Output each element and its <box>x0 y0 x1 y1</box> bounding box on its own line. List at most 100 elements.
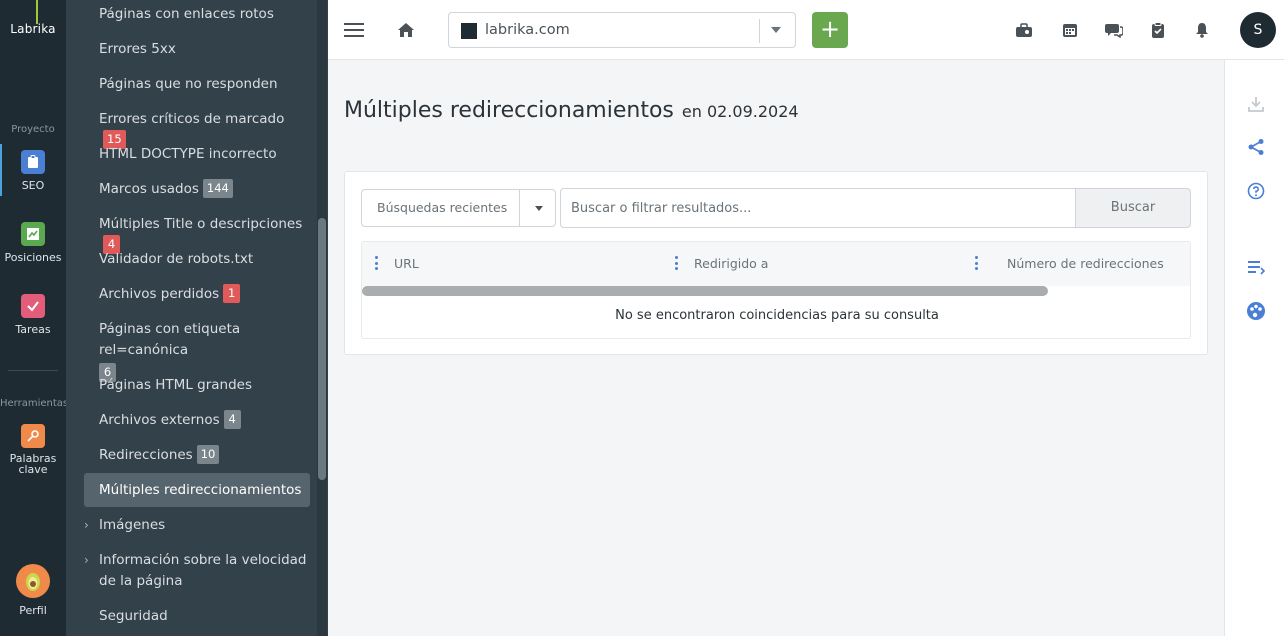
tools-rail <box>1224 60 1284 636</box>
subnav-item-expandable[interactable]: › Información sobre la velocidad de la pá… <box>84 550 310 592</box>
section-project-label: Proyecto <box>11 124 55 135</box>
subnav-item[interactable]: Redirecciones 10 <box>84 445 310 466</box>
count-badge: 144 <box>202 179 233 198</box>
subnav-item-label: Páginas HTML grandes <box>99 377 252 393</box>
avocado-avatar-icon <box>16 564 50 598</box>
main-rail: Labrika Proyecto SEO Posiciones Tareas H… <box>0 0 69 636</box>
user-avatar[interactable]: S <box>1240 12 1276 48</box>
add-project-button[interactable]: + <box>812 12 848 48</box>
subnav-item-label: HTML DOCTYPE incorrecto <box>99 146 277 162</box>
subnav-item-label: Errores 5xx <box>99 41 176 57</box>
subnav-item-label: Páginas con etiqueta rel=canónica <box>99 321 241 358</box>
subnav-item-label: Errores críticos de marcado <box>99 111 285 127</box>
subnav-item-label: Información sobre la velocidad de la pág… <box>99 552 307 589</box>
subnav-item-label: Validador de robots.txt <box>99 251 254 267</box>
subnav-item-label: Páginas que no responden <box>99 76 278 92</box>
chart-icon <box>21 222 45 246</box>
site-select[interactable]: labrika.com <box>448 12 796 48</box>
chevron-right-icon: › <box>84 553 89 567</box>
column-header-redirected-to[interactable]: Redirigido a <box>694 256 768 271</box>
column-menu-icon[interactable] <box>374 256 378 270</box>
help-icon[interactable] <box>1245 180 1267 202</box>
rail-item-label: SEO <box>21 179 45 192</box>
count-badge: 4 <box>223 410 241 429</box>
subnav-item-label: Redirecciones <box>99 447 193 463</box>
subnav-item-active[interactable]: Múltiples redireccionamientos <box>84 473 310 507</box>
subnav-scrollbar[interactable] <box>318 218 326 480</box>
share-icon[interactable] <box>1245 136 1267 158</box>
rail-item-posiciones[interactable]: Posiciones <box>0 222 66 264</box>
chevron-right-icon: › <box>84 518 89 532</box>
list-icon[interactable] <box>1245 256 1267 278</box>
subnav-item[interactable]: Marcos usados 144 <box>84 179 310 200</box>
rail-item-label: Posiciones <box>4 251 62 264</box>
rail-accent <box>36 0 38 24</box>
subnav-item-label: Seguridad <box>99 608 168 624</box>
chevron-down-icon[interactable] <box>535 206 543 211</box>
rail-item-seo[interactable]: SEO <box>0 144 66 196</box>
subnav-item-label: Páginas con enlaces rotos <box>99 6 274 22</box>
subnav-item-label: Archivos externos <box>99 412 220 428</box>
subnav-item-label: Archivos perdidos <box>99 286 220 302</box>
subnav-item[interactable]: Archivos externos 4 <box>84 410 310 431</box>
rail-divider <box>8 370 58 371</box>
rail-item-label: Perfil <box>19 604 47 617</box>
search-input[interactable] <box>560 188 1076 228</box>
rail-item-label: Palabras clave <box>9 452 57 476</box>
subnav-item-label: Múltiples Title o descripciones <box>99 216 303 232</box>
recent-searches-select[interactable]: Búsquedas recientes <box>361 189 556 227</box>
subnav-item-expandable[interactable]: › Imágenes <box>84 515 310 536</box>
subnav-item-label: Marcos usados <box>99 181 199 197</box>
main-content: Múltiples redireccionamientos en 02.09.20… <box>328 60 1224 636</box>
clipboard-icon <box>21 150 45 174</box>
menu-icon[interactable] <box>342 18 366 42</box>
subnav-item[interactable]: Seguridad <box>84 606 310 627</box>
results-table: URL Redirigido a Número de redirecciones… <box>361 241 1191 339</box>
table-horizontal-scrollbar[interactable] <box>362 286 1048 296</box>
palette-icon[interactable] <box>1245 300 1267 322</box>
column-menu-icon[interactable] <box>674 256 678 270</box>
rail-item-tareas[interactable]: Tareas <box>0 294 66 336</box>
search-button[interactable]: Buscar <box>1075 188 1191 228</box>
subnav-item[interactable]: Páginas con enlaces rotos <box>84 4 310 25</box>
column-menu-icon[interactable] <box>974 256 978 270</box>
column-header-redirect-count[interactable]: Número de redirecciones <box>1007 256 1164 271</box>
page-title-text: Múltiples redireccionamientos <box>344 98 674 123</box>
table-header: URL Redirigido a Número de redirecciones <box>362 242 1190 286</box>
rail-item-perfil[interactable]: Perfil <box>0 564 66 617</box>
results-card: Búsquedas recientes Buscar URL Redirigid… <box>344 171 1208 355</box>
top-header: labrika.com + S <box>328 0 1284 60</box>
recent-searches-label: Búsquedas recientes <box>377 200 508 215</box>
briefcase-icon[interactable] <box>1012 18 1036 42</box>
subnav-item[interactable]: HTML DOCTYPE incorrecto <box>84 144 310 165</box>
subnav-item[interactable]: Archivos perdidos 1 <box>84 284 310 305</box>
bell-icon[interactable] <box>1190 18 1214 42</box>
count-badge: 10 <box>196 445 220 464</box>
report-date: en 02.09.2024 <box>681 102 799 121</box>
subnav-item[interactable]: Páginas HTML grandes <box>84 375 310 396</box>
column-header-url[interactable]: URL <box>394 256 419 271</box>
download-icon[interactable] <box>1245 93 1267 115</box>
subnav-item[interactable]: Páginas que no responden <box>84 74 310 95</box>
site-name: labrika.com <box>485 22 570 38</box>
rail-item-palabras-clave[interactable]: Palabras clave <box>0 424 66 475</box>
calendar-icon[interactable] <box>1058 18 1082 42</box>
chat-icon[interactable] <box>1102 18 1126 42</box>
subnav-item[interactable]: Errores 5xx <box>84 39 310 60</box>
subnav-item[interactable]: Validador de robots.txt <box>84 249 310 270</box>
select-separator <box>759 19 760 43</box>
subnav-item-label: Múltiples redireccionamientos <box>99 482 302 498</box>
check-icon <box>21 294 45 318</box>
chevron-down-icon[interactable] <box>771 27 781 33</box>
empty-state-message: No se encontraron coincidencias para su … <box>615 308 939 323</box>
rail-item-label: Tareas <box>15 323 51 336</box>
page-title: Múltiples redireccionamientos en 02.09.20… <box>344 98 799 123</box>
section-tools-label: Herramientas <box>0 398 69 409</box>
app-logo[interactable]: Labrika <box>0 22 66 36</box>
count-badge: 1 <box>223 284 241 303</box>
key-icon <box>21 424 45 448</box>
select-separator <box>519 190 520 226</box>
clipboard-check-icon[interactable] <box>1146 18 1170 42</box>
seo-subnav: Páginas con enlaces rotos Errores 5xx Pá… <box>66 0 328 636</box>
home-icon[interactable] <box>394 18 418 42</box>
